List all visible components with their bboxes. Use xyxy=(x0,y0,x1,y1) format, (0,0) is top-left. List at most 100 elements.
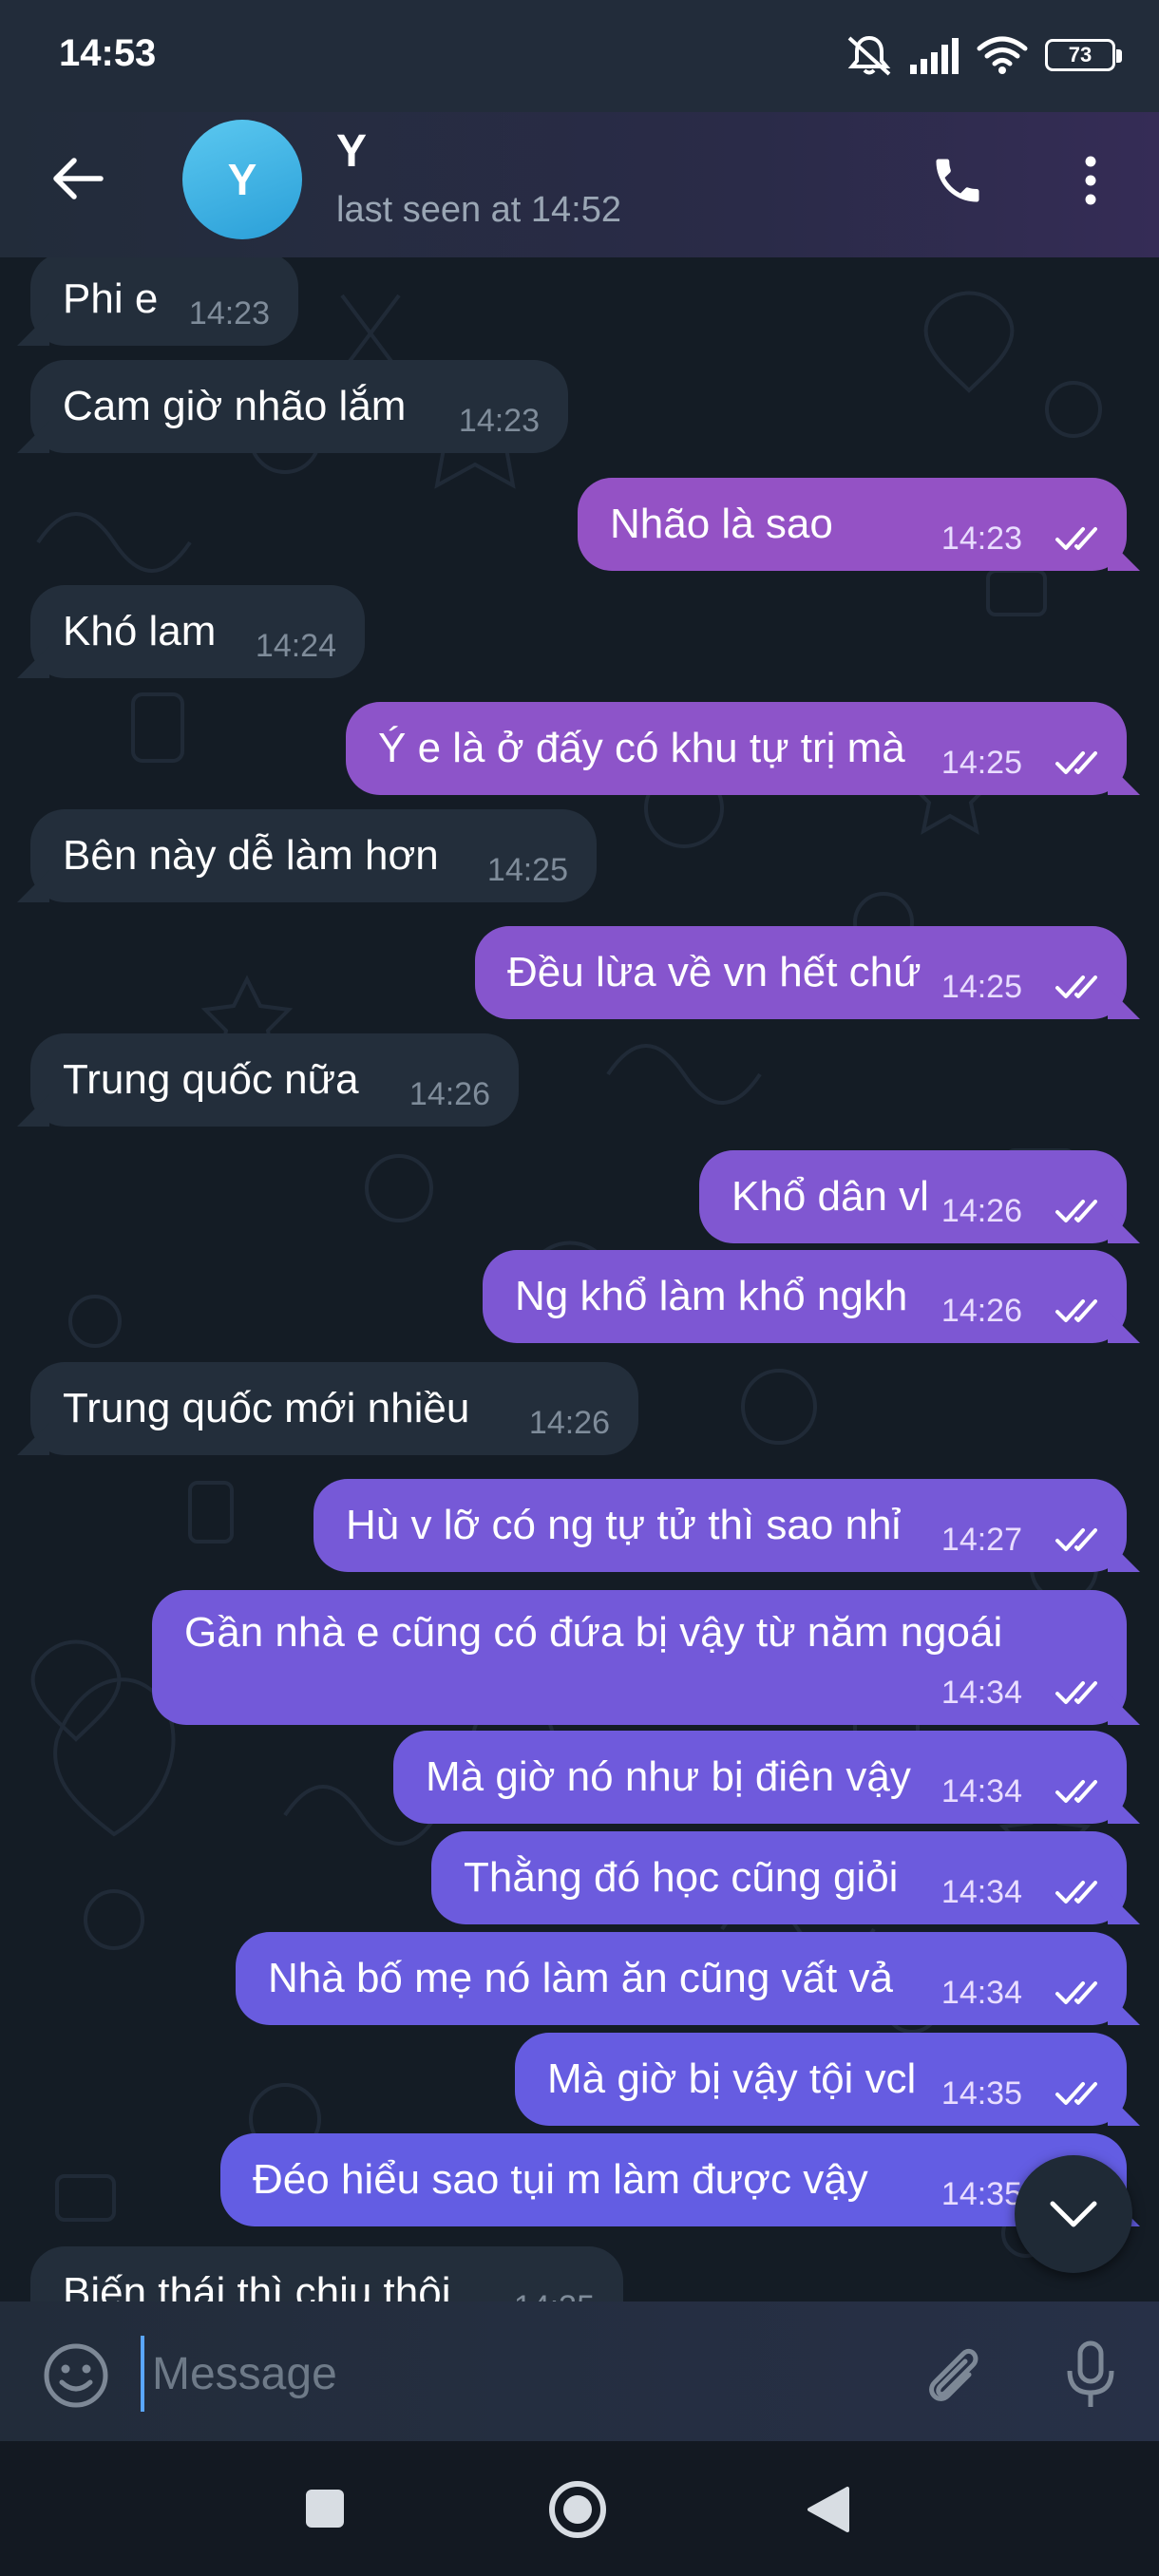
scroll-to-bottom-button[interactable] xyxy=(1015,2155,1132,2273)
more-options-button[interactable] xyxy=(1053,141,1129,220)
double-check-icon xyxy=(1055,2082,1097,2105)
message-text: Nhà bố mẹ nó làm ăn cũng vất vả xyxy=(268,1955,893,2001)
message-text: Khổ dân vl xyxy=(732,1173,929,1220)
microphone-icon xyxy=(1067,2340,1114,2407)
double-check-icon xyxy=(1055,975,1097,998)
system-nav-bar xyxy=(0,2441,1159,2576)
back-button[interactable] xyxy=(38,139,118,218)
double-check-icon xyxy=(1055,1681,1097,1704)
incoming-message-bubble[interactable]: Bên này dễ làm hơn 14:25 xyxy=(30,809,597,902)
message-text: Ý e là ở đấy có khu tự trị mà xyxy=(378,725,905,771)
triangle-left-icon xyxy=(808,2487,849,2532)
message-text: Hù v lỡ có ng tự tử thì sao nhỉ xyxy=(346,1502,902,1548)
double-check-icon xyxy=(1055,1200,1097,1222)
paperclip-icon xyxy=(929,2348,978,2401)
double-check-icon xyxy=(1055,1981,1097,2004)
chat-title[interactable]: Y xyxy=(336,125,367,178)
message-text: Mà giờ nó như bị điên vậy xyxy=(426,1753,911,1800)
message-time: 14:35 xyxy=(940,2176,1022,2212)
smiley-icon xyxy=(44,2343,108,2408)
incoming-message-bubble[interactable]: Biến thái thì chịu thôi 14:35 xyxy=(30,2246,623,2301)
outgoing-message-bubble[interactable]: Đéo hiểu sao tụi m làm được vậy 14:35 xyxy=(220,2133,1127,2226)
outgoing-message-bubble[interactable]: Thằng đó học cũng giỏi 14:34 xyxy=(431,1831,1127,1924)
voice-message-button[interactable] xyxy=(1051,2336,1130,2415)
arrow-left-icon xyxy=(53,158,104,199)
incoming-message-bubble[interactable]: Phi e 14:23 xyxy=(30,257,298,346)
double-check-icon xyxy=(1055,1299,1097,1322)
message-time: 14:23 xyxy=(940,521,1022,557)
outgoing-message-bubble[interactable]: Mà giờ nó như bị điên vậy 14:34 xyxy=(393,1731,1127,1824)
chevron-down-icon xyxy=(1050,2201,1097,2227)
signal-icon xyxy=(910,38,959,74)
message-time: 14:34 xyxy=(940,1975,1022,2011)
avatar[interactable]: Y xyxy=(182,120,302,239)
message-composer xyxy=(0,2301,1159,2441)
message-time: 14:24 xyxy=(255,628,336,664)
status-icons: 73 xyxy=(846,28,1122,82)
nav-home-button[interactable] xyxy=(538,2470,618,2549)
message-text: Phi e xyxy=(63,275,159,322)
message-time: 14:26 xyxy=(408,1076,490,1112)
message-text: Đều lừa về vn hết chứ xyxy=(507,949,922,995)
message-text: Khó lam xyxy=(63,608,217,654)
phone-icon xyxy=(936,159,979,202)
incoming-message-bubble[interactable]: Cam giờ nhão lắm 14:23 xyxy=(30,360,568,453)
message-text: Gần nhà e cũng có đứa bị vậy từ năm ngoá… xyxy=(184,1609,1003,1656)
incoming-message-bubble[interactable]: Khó lam 14:24 xyxy=(30,585,365,678)
message-time: 14:34 xyxy=(940,1675,1022,1711)
outgoing-message-bubble[interactable]: Nhà bố mẹ nó làm ăn cũng vất vả 14:34 xyxy=(236,1932,1127,2025)
message-text: Bên này dễ làm hơn xyxy=(63,832,439,879)
message-text: Cam giờ nhão lắm xyxy=(63,383,407,429)
message-input[interactable] xyxy=(141,2336,882,2412)
message-text: Trung quốc mới nhiều xyxy=(63,1385,470,1431)
double-check-icon xyxy=(1055,1528,1097,1551)
message-list[interactable]: Phi e 14:23 Cam giờ nhão lắm 14:23 Nhão là s… xyxy=(0,257,1159,2301)
message-time: 14:23 xyxy=(458,403,540,439)
outgoing-message-bubble[interactable]: Ng khổ làm khổ ngkh 14:26 xyxy=(483,1250,1127,1343)
outgoing-message-bubble[interactable]: Nhão là sao 14:23 xyxy=(578,478,1127,571)
message-time: 14:35 xyxy=(940,2075,1022,2112)
message-time: 14:34 xyxy=(940,1874,1022,1910)
double-check-icon xyxy=(1055,1881,1097,1904)
message-text: Nhão là sao xyxy=(610,501,833,547)
message-time: 14:26 xyxy=(940,1193,1022,1229)
mute-icon xyxy=(847,35,891,76)
circle-icon xyxy=(549,2481,606,2538)
battery-icon: 73 xyxy=(1045,39,1122,71)
call-button[interactable] xyxy=(918,141,998,220)
outgoing-message-bubble[interactable]: Đều lừa về vn hết chứ 14:25 xyxy=(475,926,1127,1019)
nav-recents-button[interactable] xyxy=(285,2475,365,2542)
message-time: 14:27 xyxy=(940,1522,1022,1558)
message-text: Đéo hiểu sao tụi m làm được vậy xyxy=(253,2156,868,2203)
message-text: Biến thái thì chịu thôi xyxy=(63,2269,451,2301)
message-text: Thằng đó học cũng giỏi xyxy=(464,1854,899,1901)
chat-header: Y Y last seen at 14:52 xyxy=(0,112,1159,257)
incoming-message-bubble[interactable]: Trung quốc nữa 14:26 xyxy=(30,1033,519,1127)
message-time: 14:26 xyxy=(940,1293,1022,1329)
outgoing-message-bubble[interactable]: Ý e là ở đấy có khu tự trị mà 14:25 xyxy=(346,702,1127,795)
wifi-icon xyxy=(977,36,1028,74)
status-bar: 14:53 73 xyxy=(0,0,1159,112)
status-time: 14:53 xyxy=(59,32,157,74)
more-vertical-icon xyxy=(1085,156,1096,205)
outgoing-message-bubble[interactable]: Khổ dân vl 14:26 xyxy=(699,1150,1127,1243)
message-time: 14:23 xyxy=(188,295,270,331)
message-time: 14:26 xyxy=(528,1405,610,1441)
message-time: 14:25 xyxy=(486,852,568,888)
double-check-icon xyxy=(1055,1780,1097,1803)
outgoing-message-bubble[interactable]: Hù v lỡ có ng tự tử thì sao nhỉ 14:27 xyxy=(314,1479,1127,1572)
battery-level: 73 xyxy=(1068,43,1092,66)
outgoing-message-bubble[interactable]: Gần nhà e cũng có đứa bị vậy từ năm ngoá… xyxy=(152,1590,1127,1725)
chat-last-seen: last seen at 14:52 xyxy=(336,190,621,230)
message-text: Trung quốc nữa xyxy=(63,1056,359,1103)
outgoing-message-bubble[interactable]: Mà giờ bị vậy tội vcl 14:35 xyxy=(515,2033,1127,2126)
double-check-icon xyxy=(1055,751,1097,774)
message-text: Ng khổ làm khổ ngkh xyxy=(515,1273,908,1319)
double-check-icon xyxy=(1055,527,1097,550)
square-icon xyxy=(306,2490,344,2528)
nav-back-button[interactable] xyxy=(788,2470,868,2549)
incoming-message-bubble[interactable]: Trung quốc mới nhiều 14:26 xyxy=(30,1362,638,1455)
attach-button[interactable] xyxy=(912,2336,992,2415)
message-time: 14:34 xyxy=(940,1773,1022,1809)
emoji-button[interactable] xyxy=(36,2336,116,2415)
